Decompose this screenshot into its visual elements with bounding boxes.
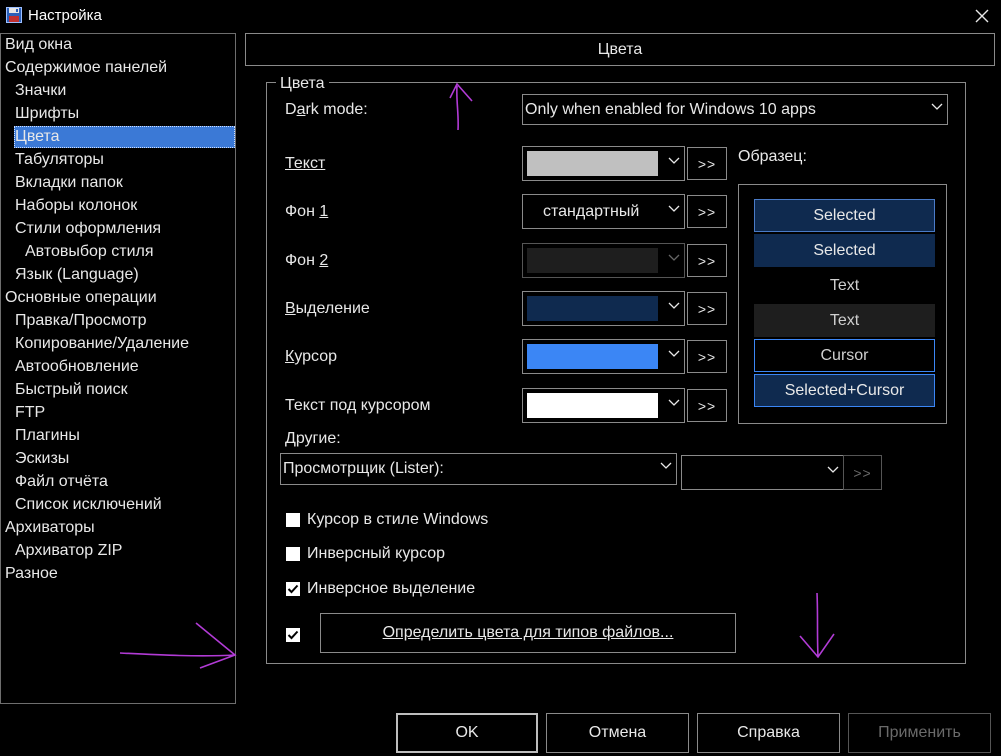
annotation-arrows — [119, 82, 835, 669]
